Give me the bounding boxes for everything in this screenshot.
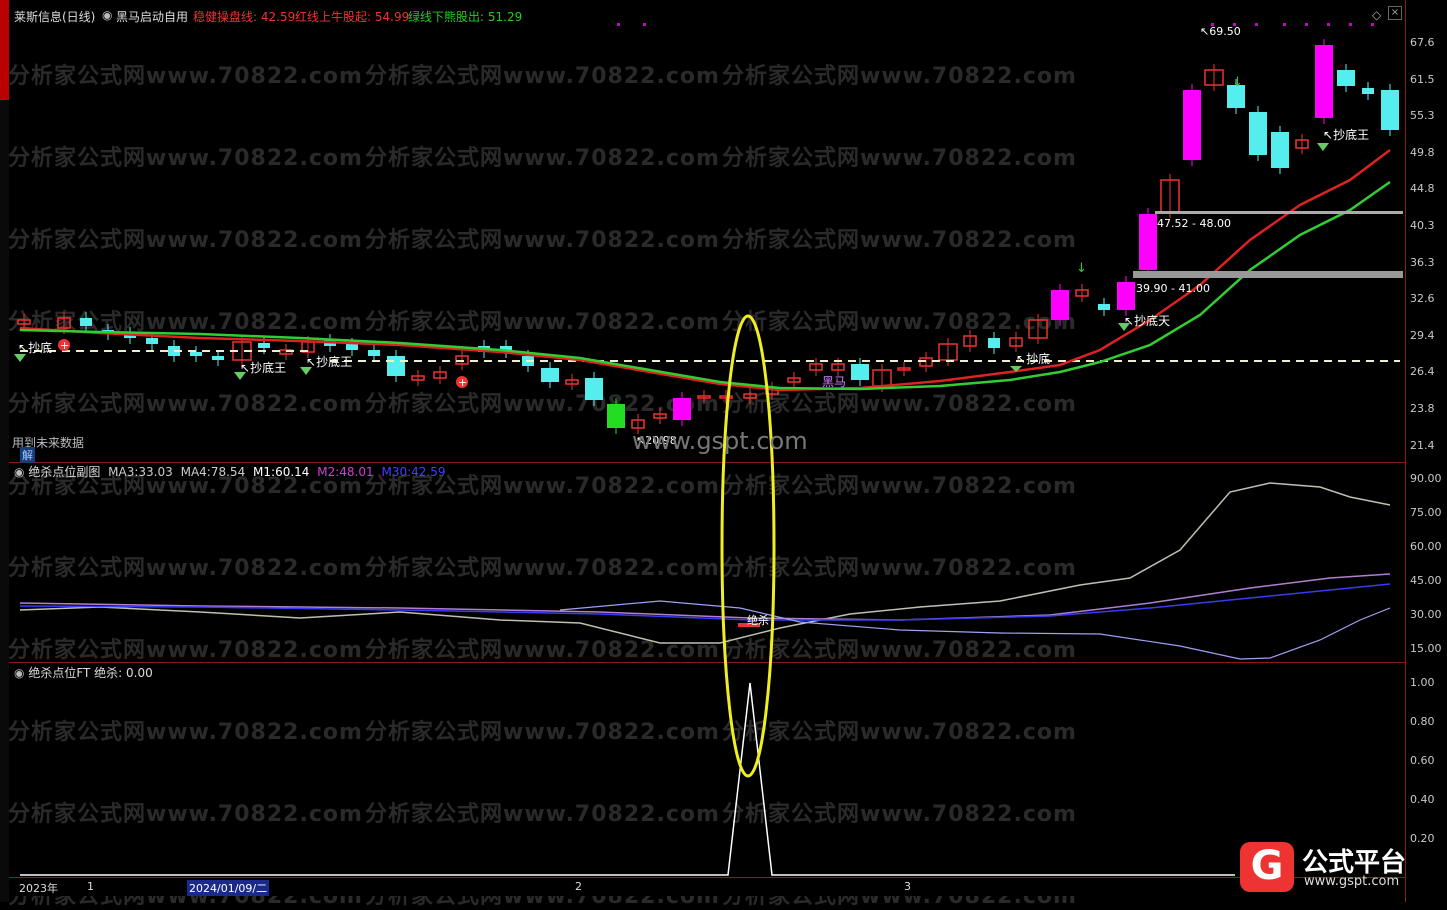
- axis-tick: 44.8: [1410, 182, 1435, 196]
- collapse-icon[interactable]: ◉: [14, 666, 24, 680]
- m30-line: [19, 583, 1391, 621]
- date-month-1: 1: [87, 880, 94, 893]
- candle: [585, 378, 603, 400]
- axis-tick: 1.00: [1410, 676, 1435, 689]
- axis-tick: 75.00: [1410, 506, 1442, 519]
- signal-dots: [617, 23, 1374, 26]
- axis-tick: 0.80: [1410, 715, 1435, 728]
- candle: [673, 398, 691, 420]
- axis-tick: 40.3: [1410, 219, 1435, 232]
- axis-tick: 15.00: [1410, 642, 1442, 655]
- sub-header: ◉ 绝杀点位副图 MA3:33.03 MA4:78.54 M1:60.14 M2…: [14, 465, 446, 479]
- candle: [1271, 132, 1289, 168]
- site-watermark: www.gspt.com: [632, 427, 808, 455]
- candle: [387, 356, 405, 376]
- sub-indicator-name[interactable]: 绝杀点位副图: [28, 465, 100, 479]
- chaodi2-label: ↖抄底天: [1124, 314, 1171, 328]
- candle: [1051, 290, 1069, 320]
- chaodiwang-label-3: ↖抄底王: [1323, 128, 1370, 142]
- box2-label: 39.90 - 41.00: [1136, 282, 1210, 295]
- date-month-3: 3: [904, 880, 911, 893]
- down-arrow-icon: ↓: [1232, 75, 1243, 90]
- candle: [1381, 90, 1399, 130]
- candle: [851, 364, 869, 380]
- date-axis: 2023年 1 2024/01/09/二 2 3: [9, 877, 1405, 896]
- candle: [1098, 304, 1110, 310]
- chaodiwang-label-2: ↖抄底王: [306, 355, 353, 369]
- candle: [80, 318, 92, 326]
- date-month-2: 2: [575, 880, 582, 893]
- axis-tick: 61.5: [1410, 72, 1435, 86]
- candle: [146, 338, 158, 344]
- axis-tick: 67.6: [1410, 36, 1435, 49]
- candle: [1183, 90, 1201, 160]
- juesha-spike: [20, 682, 1235, 876]
- down-arrow-icon: ↓: [1076, 261, 1087, 276]
- candle: [368, 350, 380, 356]
- candle: [1139, 214, 1157, 270]
- buy-diamonds: [14, 143, 1329, 380]
- box-line-1: [1155, 211, 1403, 214]
- candle: [541, 368, 559, 382]
- ft-indicator-name[interactable]: 绝杀点位FT: [28, 666, 90, 680]
- candle: [1315, 45, 1333, 118]
- axis-tick: 55.3: [1410, 109, 1435, 123]
- juesha-label: 绝杀: [747, 614, 769, 627]
- axis-tick: 36.3: [1410, 255, 1435, 269]
- collapse-icon[interactable]: ◉: [14, 465, 24, 479]
- logo: G 公式平台 www.gspt.com: [1240, 838, 1440, 896]
- logo-url: www.gspt.com: [1304, 874, 1400, 889]
- candle: [607, 404, 625, 428]
- svg-text:+: +: [458, 376, 467, 389]
- candle: [1337, 70, 1355, 86]
- ma3-line: [559, 600, 1391, 660]
- axis-tick: 0.60: [1410, 754, 1435, 767]
- chaodi3-label: ↖抄底: [1016, 352, 1051, 366]
- axis-tick: 49.8: [1410, 145, 1435, 159]
- g-logo-icon: G: [1240, 842, 1294, 892]
- chaodiwang-label-1: ↖抄底王: [240, 361, 287, 375]
- axis-tick: 90.00: [1410, 472, 1442, 485]
- axis-tick: 45.00: [1410, 574, 1442, 587]
- candle: [1362, 88, 1374, 94]
- high-label: ↖69.50: [1200, 25, 1241, 38]
- axis-tick: 26.4: [1410, 365, 1435, 379]
- box1-label: 47.52 - 48.00: [1157, 217, 1231, 230]
- axis-tick: 21.4: [1410, 438, 1435, 452]
- date-year: 2023年: [19, 882, 58, 895]
- candle: [346, 344, 358, 350]
- axis-tick: 23.8: [1410, 402, 1435, 415]
- candle: [1117, 282, 1135, 310]
- svg-text:+: +: [60, 339, 69, 352]
- axis-tick: 60.00: [1410, 540, 1442, 553]
- candle: [1249, 112, 1267, 155]
- jie-button[interactable]: 解: [20, 447, 35, 463]
- red-ma-line: [19, 149, 1391, 392]
- axis-tick: 0.40: [1410, 793, 1435, 806]
- candle: [258, 343, 270, 348]
- candles: [17, 39, 1399, 434]
- axis-tick: 29.4: [1410, 328, 1435, 342]
- candle: [212, 356, 224, 360]
- heima-label: 黑马: [822, 375, 847, 389]
- m1-line: [19, 482, 1391, 644]
- candle: [190, 352, 202, 356]
- box-line-2: [1133, 271, 1403, 278]
- candle: [988, 338, 1000, 348]
- axis-tick: 32.6: [1410, 292, 1435, 306]
- date-selected[interactable]: 2024/01/09/二: [187, 880, 270, 896]
- axis-tick: 30.00: [1410, 608, 1442, 621]
- chaodi-label: ↖抄底: [18, 341, 53, 355]
- ft-header: ◉ 绝杀点位FT 绝杀: 0.00: [14, 666, 153, 680]
